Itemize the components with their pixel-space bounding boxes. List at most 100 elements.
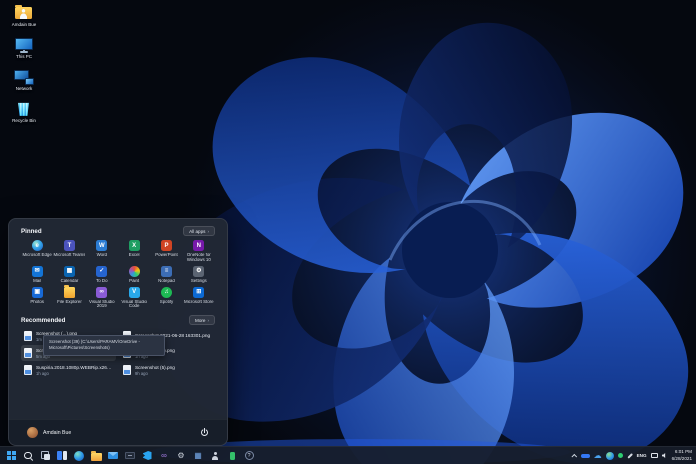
bluetooth-pill-icon[interactable]	[581, 454, 590, 458]
spotify-icon: ♫	[161, 287, 172, 298]
taskbar-mail[interactable]	[106, 449, 120, 463]
pinned-app-microsoft-store[interactable]: ⊞ Microsoft Store	[183, 287, 215, 310]
app-label: Calendar	[53, 279, 85, 284]
notepad-icon: ≡	[161, 266, 172, 277]
recommended-item[interactable]: Suspiria.2018.1080p.WEBRip.x264-[... 1h …	[21, 362, 116, 378]
network-icon[interactable]	[651, 453, 658, 458]
taskbar-people[interactable]	[208, 449, 222, 463]
app-glyph: ♫	[164, 289, 169, 295]
taskbar-file-explorer[interactable]	[89, 449, 103, 463]
pinned-app-settings[interactable]: ⚙ Settings	[183, 266, 215, 284]
pinned-app-visual-studio-2019[interactable]: ∞ Visual Studio 2019	[86, 287, 118, 310]
start-menu: Pinned All apps › e Microsoft Edge T Mic…	[8, 218, 228, 446]
folder-icon	[91, 453, 102, 461]
status-green-icon[interactable]	[618, 453, 623, 458]
app-label: Microsoft Store	[183, 300, 215, 305]
start-button[interactable]	[4, 449, 18, 463]
gear-icon: ⚙	[177, 452, 184, 460]
pinned-header: Pinned	[21, 228, 42, 235]
onedrive-cloud-icon[interactable]: ☁	[594, 452, 602, 460]
app-glyph: W	[99, 243, 105, 249]
app-glyph: ✉	[35, 268, 40, 274]
vscode-icon	[143, 451, 152, 460]
app-label: File Explorer	[53, 300, 85, 305]
taskbar-task-view[interactable]	[38, 449, 52, 463]
image-file-icon	[24, 331, 32, 341]
pinned-app-file-explorer[interactable]: File Explorer	[53, 287, 85, 310]
edge-icon: e	[32, 240, 43, 251]
pen-icon[interactable]	[627, 453, 632, 458]
edge-globe-icon[interactable]	[606, 452, 614, 460]
recommended-header: Recommended	[21, 317, 65, 324]
recommended-item[interactable]: Screenshot (5).png 9h ago	[120, 362, 215, 378]
hidden-icons-chevron-icon[interactable]	[571, 453, 577, 459]
app-label: Microsoft Edge	[21, 253, 53, 258]
user-profile-button[interactable]: Amdain Bue	[27, 427, 71, 438]
pinned-app-powerpoint[interactable]: P PowerPoint	[150, 240, 182, 263]
app-label: Paint	[118, 279, 150, 284]
taskbar-visual-studio[interactable]: ∞	[157, 449, 171, 463]
file-name: Suspiria.2018.1080p.WEBRip.x264-[...	[36, 365, 113, 370]
app-label: OneNote for Windows 10	[183, 253, 215, 263]
app-label: Mail	[21, 279, 53, 284]
media-player-icon	[125, 452, 135, 459]
person-icon	[210, 451, 220, 461]
desktop-icon-label: Network	[16, 87, 33, 92]
desktop-icon-list: Amdain Bue This PC Network Recycle Bin	[2, 5, 46, 124]
pinned-app-microsoft-edge[interactable]: e Microsoft Edge	[21, 240, 53, 263]
taskbar: ∞ ⚙ ▦ ? ☁ ENG 6:01 PM 6/28/2021	[0, 446, 696, 464]
visual-studio-icon: ∞	[161, 452, 167, 460]
app-glyph: ✓	[99, 268, 104, 274]
pinned-app-notepad[interactable]: ≡ Notepad	[150, 266, 182, 284]
volume-icon[interactable]	[662, 453, 668, 459]
taskbar-media-player[interactable]	[123, 449, 137, 463]
paint-icon	[129, 266, 140, 277]
pinned-app-mail[interactable]: ✉ Mail	[21, 266, 53, 284]
chevron-right-icon: ›	[207, 229, 209, 234]
app-label: To Do	[86, 279, 118, 284]
all-apps-button[interactable]: All apps ›	[183, 226, 215, 236]
pinned-app-excel[interactable]: X Excel	[118, 240, 150, 263]
pinned-app-onenote[interactable]: N OneNote for Windows 10	[183, 240, 215, 263]
pinned-app-paint[interactable]: Paint	[118, 266, 150, 284]
pinned-app-microsoft-teams[interactable]: T Microsoft Teams	[53, 240, 85, 263]
language-indicator[interactable]: ENG	[637, 453, 647, 458]
taskbar-help[interactable]: ?	[242, 449, 256, 463]
taskbar-settings[interactable]: ⚙	[174, 449, 188, 463]
app-glyph: e	[35, 243, 38, 249]
to-do-icon: ✓	[96, 266, 107, 277]
app-glyph: ≡	[165, 268, 169, 274]
chevron-right-icon: ›	[207, 318, 209, 323]
clock-time: 6:01 PM	[672, 449, 692, 455]
clock[interactable]: 6:01 PM 6/28/2021	[672, 449, 692, 461]
power-button[interactable]	[200, 428, 209, 437]
pinned-app-photos[interactable]: ▣ Photos	[21, 287, 53, 310]
windows-desktop: Amdain Bue This PC Network Recycle Bin P…	[0, 0, 696, 464]
computer-icon	[14, 37, 34, 53]
taskbar-search[interactable]	[21, 449, 35, 463]
pinned-app-to-do[interactable]: ✓ To Do	[86, 266, 118, 284]
taskbar-vscode[interactable]	[140, 449, 154, 463]
image-file-icon	[123, 365, 131, 375]
app-label: Microsoft Teams	[53, 253, 85, 258]
more-button[interactable]: More ›	[189, 315, 215, 325]
taskbar-widgets[interactable]	[55, 449, 69, 463]
desktop-icon-network[interactable]: Network	[2, 69, 46, 92]
desktop-icon-this-pc[interactable]: This PC	[2, 37, 46, 60]
pinned-app-calendar[interactable]: ▦ Calendar	[53, 266, 85, 284]
app-label: Visual Studio 2019	[86, 300, 118, 310]
app-label: Excel	[118, 253, 150, 258]
desktop-icon-recycle-bin[interactable]: Recycle Bin	[2, 101, 46, 124]
pinned-app-word[interactable]: W Word	[86, 240, 118, 263]
user-folder-icon	[14, 5, 34, 21]
store-icon: ⊞	[193, 287, 204, 298]
windows-logo-icon	[7, 451, 16, 460]
desktop-icon-user-folder[interactable]: Amdain Bue	[2, 5, 46, 28]
system-tray: ☁ ENG 6:01 PM 6/28/2021	[573, 449, 692, 461]
app-label: Settings	[183, 279, 215, 284]
pinned-app-spotify[interactable]: ♫ Spotify	[150, 287, 182, 310]
pinned-app-visual-studio-code[interactable]: V Visual Studio Code	[118, 287, 150, 310]
taskbar-phone[interactable]	[225, 449, 239, 463]
taskbar-edge[interactable]	[72, 449, 86, 463]
taskbar-calendar[interactable]: ▦	[191, 449, 205, 463]
